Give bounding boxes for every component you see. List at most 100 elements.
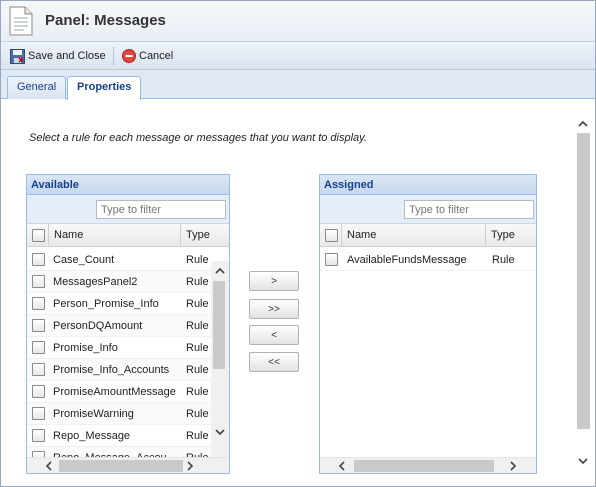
row-name: Promise_Info <box>53 341 118 354</box>
row-type: Rule <box>186 447 209 458</box>
list-item[interactable]: Promise_Info_Accounts Rule <box>27 359 211 381</box>
available-rows: Case_Count Rule MessagesPanel2 Rule Pers… <box>27 249 211 457</box>
row-name: Repo_Message <box>53 429 131 442</box>
properties-content: Select a rule for each message or messag… <box>1 100 595 486</box>
row-type: Rule <box>186 253 209 266</box>
available-vertical-thumb[interactable] <box>213 281 225 369</box>
row-type: Rule <box>186 275 209 288</box>
cancel-icon <box>122 49 136 63</box>
row-checkbox[interactable] <box>32 253 45 266</box>
assigned-column-header: Name Type <box>320 224 536 247</box>
row-type: Rule <box>492 253 515 266</box>
assigned-type-column[interactable]: Type <box>486 224 536 246</box>
assigned-filter-bar <box>320 195 536 224</box>
scroll-up-icon[interactable] <box>576 116 590 130</box>
save-icon <box>10 48 25 64</box>
available-select-all-cell <box>27 224 49 246</box>
assigned-name-column[interactable]: Name <box>342 224 486 246</box>
assigned-horizontal-thumb[interactable] <box>354 460 494 472</box>
remove-button[interactable]: < <box>249 325 299 345</box>
row-checkbox[interactable] <box>32 429 45 442</box>
tab-general[interactable]: General <box>7 76 67 99</box>
available-vertical-scrollbar[interactable] <box>211 261 229 457</box>
content-vertical-scrollbar[interactable] <box>575 113 591 474</box>
row-name: PersonDQAmount <box>53 319 143 332</box>
cancel-label: Cancel <box>139 50 174 62</box>
assigned-select-all-cell <box>320 224 342 246</box>
row-type: Rule <box>186 319 209 332</box>
row-name: MessagesPanel2 <box>53 275 138 288</box>
row-type: Rule <box>186 363 209 376</box>
available-select-all-checkbox[interactable] <box>32 228 45 242</box>
available-grid: Available Name Type Case_Count Rule <box>26 174 230 474</box>
list-item[interactable]: Person_Promise_Info Rule <box>27 293 211 315</box>
row-type: Rule <box>186 341 209 354</box>
row-checkbox[interactable] <box>32 275 45 288</box>
instruction-text: Select a rule for each message or messag… <box>29 132 367 144</box>
list-item[interactable]: Repo_Message_Accou Rule <box>27 447 211 457</box>
assigned-select-all-checkbox[interactable] <box>325 228 338 242</box>
row-type: Rule <box>186 429 209 442</box>
row-checkbox[interactable] <box>32 297 45 310</box>
row-type: Rule <box>186 297 209 310</box>
content-vertical-thumb[interactable] <box>577 133 590 429</box>
row-checkbox[interactable] <box>32 363 45 376</box>
row-name: AvailableFundsMessage <box>347 253 467 266</box>
add-all-button[interactable]: >> <box>249 299 299 319</box>
scroll-right-icon[interactable] <box>506 459 520 473</box>
list-item[interactable]: Case_Count Rule <box>27 249 211 271</box>
toolbar-separator <box>113 47 114 65</box>
assigned-header: Assigned <box>320 175 536 195</box>
assigned-grid: Assigned Name Type AvailableFundsMessage… <box>319 174 537 474</box>
row-checkbox[interactable] <box>32 341 45 354</box>
panel-window: Panel: Messages Save and Close Cancel Ge… <box>0 0 596 487</box>
list-item[interactable]: PromiseAmountMessage Rule <box>27 381 211 403</box>
list-item[interactable]: MessagesPanel2 Rule <box>27 271 211 293</box>
available-column-header: Name Type <box>27 224 229 247</box>
row-checkbox[interactable] <box>325 253 338 266</box>
row-name: Repo_Message_Accou <box>53 447 167 458</box>
row-name: Promise_Info_Accounts <box>53 363 170 376</box>
available-filter-bar <box>27 195 229 224</box>
page-title: Panel: Messages <box>45 12 166 29</box>
toolbar: Save and Close Cancel <box>1 42 595 70</box>
row-checkbox[interactable] <box>32 385 45 398</box>
title-bar: Panel: Messages <box>1 1 595 42</box>
available-horizontal-scrollbar[interactable] <box>27 457 229 473</box>
list-item[interactable]: AvailableFundsMessage Rule <box>320 249 536 271</box>
scroll-right-icon[interactable] <box>183 459 197 473</box>
row-name: Person_Promise_Info <box>53 297 159 310</box>
assigned-rows: AvailableFundsMessage Rule <box>320 249 536 457</box>
save-and-close-label: Save and Close <box>28 50 106 62</box>
add-button[interactable]: > <box>249 271 299 291</box>
available-filter-input[interactable] <box>96 200 226 219</box>
list-item[interactable]: Repo_Message Rule <box>27 425 211 447</box>
remove-all-button[interactable]: << <box>249 352 299 372</box>
row-name: Case_Count <box>53 253 115 266</box>
scroll-down-icon[interactable] <box>576 454 590 468</box>
list-item[interactable]: PersonDQAmount Rule <box>27 315 211 337</box>
assigned-horizontal-scrollbar[interactable] <box>320 457 536 473</box>
row-checkbox[interactable] <box>32 407 45 420</box>
row-type: Rule <box>186 407 209 420</box>
row-type: Rule <box>186 385 209 398</box>
available-type-column[interactable]: Type <box>181 224 229 246</box>
scroll-up-icon[interactable] <box>213 263 227 277</box>
scroll-left-icon[interactable] <box>334 459 348 473</box>
available-horizontal-thumb[interactable] <box>59 460 183 472</box>
list-item[interactable]: PromiseWarning Rule <box>27 403 211 425</box>
scroll-left-icon[interactable] <box>41 459 55 473</box>
available-header: Available <box>27 175 229 195</box>
tab-strip: General Properties <box>1 70 595 100</box>
cancel-button[interactable]: Cancel <box>122 47 173 65</box>
save-and-close-button[interactable]: Save and Close <box>10 47 106 65</box>
available-name-column[interactable]: Name <box>49 224 181 246</box>
scroll-down-icon[interactable] <box>213 425 227 439</box>
row-checkbox[interactable] <box>32 319 45 332</box>
assigned-filter-input[interactable] <box>404 200 534 219</box>
list-item[interactable]: Promise_Info Rule <box>27 337 211 359</box>
tab-properties[interactable]: Properties <box>67 76 142 100</box>
document-icon <box>9 6 33 36</box>
row-name: PromiseAmountMessage <box>53 385 176 398</box>
row-name: PromiseWarning <box>53 407 134 420</box>
